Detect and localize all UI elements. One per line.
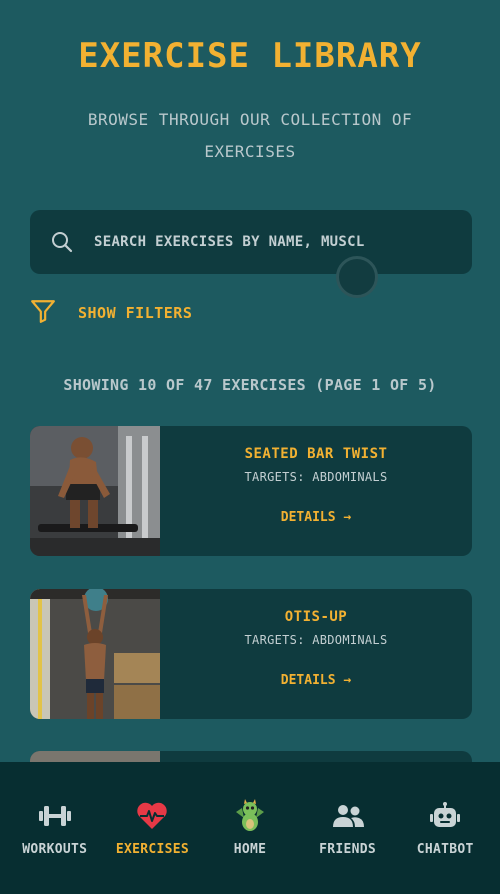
dumbbell-icon (38, 800, 72, 832)
results-summary: SHOWING 10 OF 47 EXERCISES (PAGE 1 OF 5) (63, 376, 437, 394)
bottom-nav: WORKOUTS EXERCISES HOME FRIENDS CHATBOT (0, 762, 500, 894)
nav-item-friends[interactable]: FRIENDS (300, 762, 396, 894)
friends-icon (331, 800, 365, 832)
show-filters-button[interactable]: SHOW FILTERS (30, 298, 192, 328)
nav-label-exercises: EXERCISES (115, 842, 189, 857)
nav-item-workouts[interactable]: WORKOUTS (7, 762, 103, 894)
heart-pulse-icon (136, 800, 168, 832)
page-title: EXERCISE LIBRARY (78, 36, 422, 76)
nav-item-chatbot[interactable]: CHATBOT (397, 762, 493, 894)
details-link[interactable]: DETAILS → (281, 673, 351, 688)
search-bar[interactable] (30, 210, 472, 274)
nav-label-workouts: WORKOUTS (22, 842, 88, 857)
nav-item-exercises[interactable]: EXERCISES (104, 762, 200, 894)
exercise-name: SEATED BAR TWIST (244, 446, 388, 462)
show-filters-label: SHOW FILTERS (78, 304, 193, 322)
search-icon (30, 230, 94, 254)
details-link[interactable]: DETAILS → (281, 510, 351, 525)
nav-label-home: HOME (233, 842, 267, 857)
exercise-name: OTIS-UP (284, 609, 348, 625)
exercise-thumbnail (30, 426, 160, 556)
nav-label-friends: FRIENDS (319, 842, 377, 857)
robot-icon (430, 800, 461, 832)
exercise-thumbnail (30, 589, 160, 719)
exercise-card[interactable]: OTIS-UP TARGETS: ABDOMINALS DETAILS → (30, 589, 472, 719)
nav-label-chatbot: CHATBOT (416, 842, 474, 857)
touch-indicator (336, 256, 378, 298)
search-input[interactable] (94, 234, 454, 250)
page-subtitle: BROWSE THROUGH OUR COLLECTION OF EXERCIS… (87, 110, 413, 161)
dragon-mascot-icon (232, 799, 268, 832)
exercise-targets: TARGETS: ABDOMINALS (244, 633, 388, 647)
nav-item-home[interactable]: HOME (202, 762, 298, 894)
exercise-card[interactable]: SEATED BAR TWIST TARGETS: ABDOMINALS DET… (30, 426, 472, 556)
filter-icon (30, 298, 56, 328)
exercise-targets: TARGETS: ABDOMINALS (244, 470, 388, 484)
